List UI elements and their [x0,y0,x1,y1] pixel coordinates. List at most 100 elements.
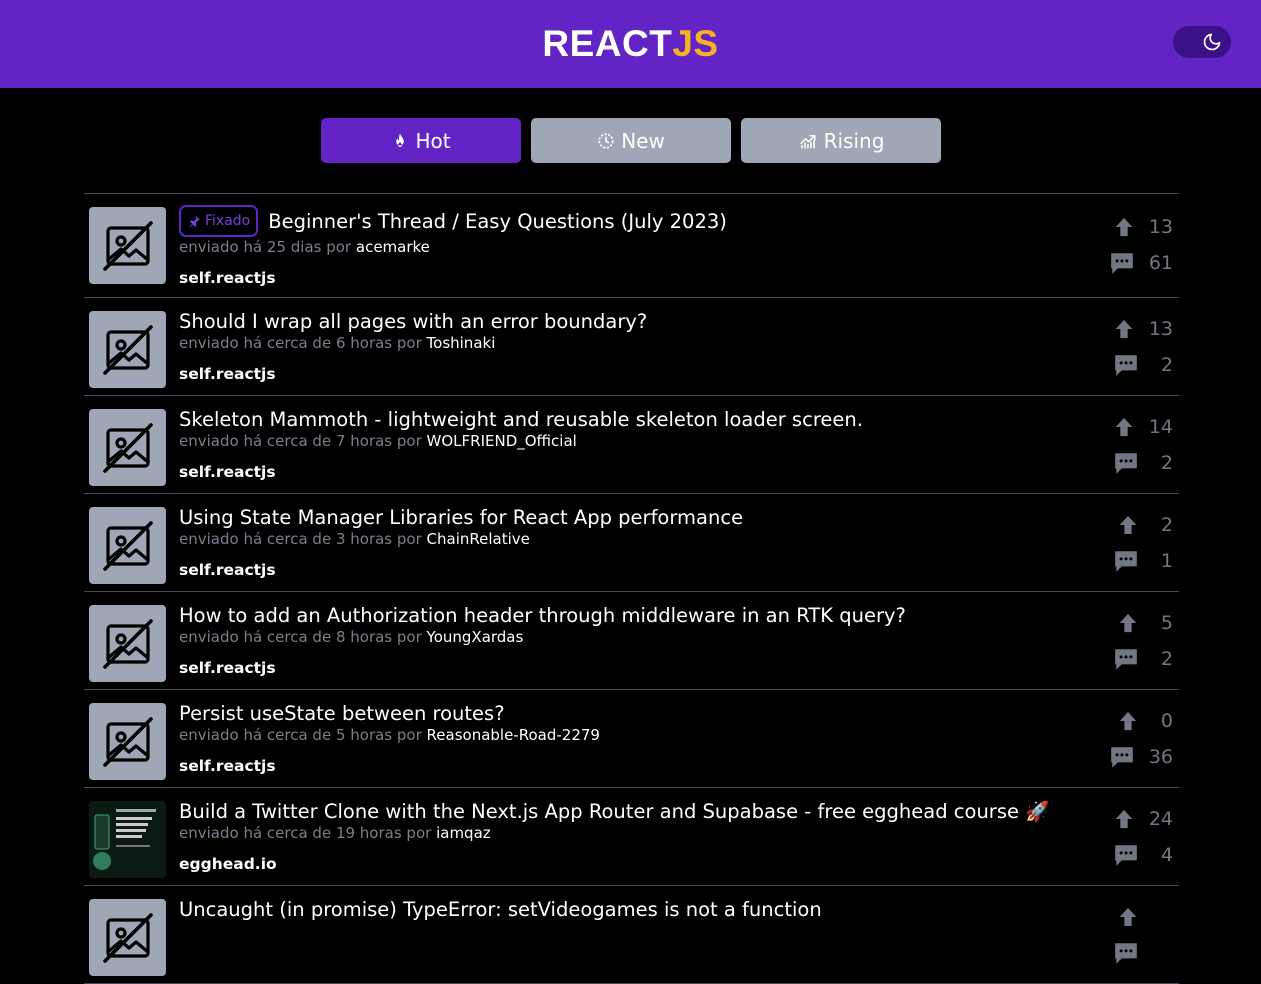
upvote-stat[interactable]: 24 [1113,808,1173,830]
post-row[interactable]: How to add an Authorization header throu… [84,592,1179,690]
post-content: Fixado Beginner's Thread / Easy Questions… [179,205,1059,287]
post-stats: 14 2 [1113,416,1173,476]
image-placeholder-icon [102,912,153,963]
tab-new[interactable]: New [531,118,731,163]
post-thumbnail[interactable] [89,311,166,388]
comment-icon [1110,747,1133,768]
comment-stat[interactable]: 2 [1113,450,1173,476]
comment-icon [1115,845,1137,866]
tab-rising[interactable]: Rising [741,118,941,163]
post-stats: 24 4 [1113,808,1173,868]
post-title[interactable]: Should I wrap all pages with an error bo… [179,310,647,333]
comment-icon [1115,453,1137,474]
upvote-icon [1119,613,1137,633]
post-author[interactable]: Toshinaki [427,334,496,352]
post-domain[interactable]: self.reactjs [179,269,1059,287]
post-author[interactable]: Reasonable-Road-2279 [427,726,600,744]
theme-toggle[interactable] [1173,26,1231,58]
post-meta: enviado há cerca de 5 horas por Reasonab… [179,726,1059,744]
app-logo[interactable]: REACTJS [542,23,718,65]
post-title[interactable]: Beginner's Thread / Easy Questions (July… [268,210,727,233]
upvote-count: 14 [1148,416,1173,438]
post-row[interactable]: Persist useState between routes? enviado… [84,690,1179,788]
upvote-count: 13 [1148,318,1173,340]
image-placeholder-icon [102,716,153,767]
post-domain[interactable]: egghead.io [179,855,1059,873]
upvote-stat[interactable]: 14 [1113,416,1173,438]
pin-icon [189,215,200,228]
post-thumbnail[interactable] [89,507,166,584]
comment-stat[interactable]: 2 [1113,352,1173,378]
post-domain[interactable]: self.reactjs [179,659,1059,677]
post-row[interactable]: Build a Twitter Clone with the Next.js A… [84,788,1179,886]
post-thumbnail[interactable] [89,605,166,682]
post-author[interactable]: iamqaz [436,824,491,842]
upvote-stat[interactable]: 13 [1113,216,1173,238]
tab-rising-label: Rising [823,128,885,153]
image-placeholder-icon [102,324,153,375]
upvote-stat[interactable]: 2 [1117,514,1173,536]
post-row[interactable]: Uncaught (in promise) TypeError: setVide… [84,886,1179,984]
post-title[interactable]: Persist useState between routes? [179,702,505,725]
comment-count: 2 [1160,354,1173,376]
comment-stat[interactable]: 2 [1113,646,1173,672]
upvote-icon [1119,711,1137,731]
upvote-stat[interactable]: 13 [1113,318,1173,340]
post-thumbnail[interactable] [89,207,166,284]
moon-icon [1203,33,1221,51]
post-author[interactable]: YoungXardas [427,628,524,646]
comment-stat[interactable] [1113,940,1173,966]
comment-icon [1115,355,1137,376]
logo-text-main: REACT [542,23,673,64]
post-row[interactable]: Should I wrap all pages with an error bo… [84,298,1179,396]
post-thumbnail[interactable] [89,703,166,780]
upvote-stat[interactable] [1117,906,1173,928]
post-title[interactable]: How to add an Authorization header throu… [179,604,906,627]
post-row[interactable]: Skeleton Mammoth - lightweight and reusa… [84,396,1179,494]
post-thumbnail[interactable] [89,801,166,878]
post-domain[interactable]: self.reactjs [179,463,1059,481]
post-row[interactable]: Using State Manager Libraries for React … [84,494,1179,592]
post-stats [1113,906,1173,966]
post-domain[interactable]: self.reactjs [179,561,1059,579]
upvote-icon [1119,907,1137,927]
post-author[interactable]: ChainRelative [427,530,530,548]
post-stats: 5 2 [1113,612,1173,672]
upvote-stat[interactable]: 0 [1117,710,1173,732]
tab-hot[interactable]: Hot [321,118,521,163]
post-thumbnail[interactable] [89,409,166,486]
comment-stat[interactable]: 1 [1113,548,1173,574]
post-time: enviado há 25 dias por [179,238,352,256]
post-row[interactable]: Fixado Beginner's Thread / Easy Questions… [84,194,1179,298]
logo-text-accent: JS [672,23,719,64]
upvote-icon [1115,319,1133,339]
post-domain[interactable]: self.reactjs [179,757,1059,775]
comment-stat[interactable]: 4 [1113,842,1173,868]
comment-stat[interactable]: 61 [1109,250,1173,276]
post-title[interactable]: Skeleton Mammoth - lightweight and reusa… [179,408,863,431]
post-title[interactable]: Using State Manager Libraries for React … [179,506,743,529]
post-stats: 0 36 [1109,710,1173,770]
comment-stat[interactable]: 36 [1109,744,1173,770]
post-content: Using State Manager Libraries for React … [179,506,1059,579]
comment-icon [1115,649,1137,670]
post-thumbnail[interactable] [89,899,166,976]
comment-count: 2 [1160,452,1173,474]
upvote-stat[interactable]: 5 [1117,612,1173,634]
comment-count: 2 [1160,648,1173,670]
upvote-icon [1115,217,1133,237]
post-title[interactable]: Uncaught (in promise) TypeError: setVide… [179,898,822,921]
post-meta: enviado há cerca de 3 horas por ChainRel… [179,530,1059,548]
comment-icon [1110,253,1133,274]
post-time: enviado há cerca de 6 horas por [179,334,422,352]
post-author[interactable]: WOLFRIEND_Official [427,432,577,450]
pinned-badge: Fixado [179,205,259,237]
post-time: enviado há cerca de 3 horas por [179,530,422,548]
post-author[interactable]: acemarke [356,238,430,256]
post-meta: enviado há cerca de 6 horas por Toshinak… [179,334,1059,352]
post-domain[interactable]: self.reactjs [179,365,1059,383]
post-list: Fixado Beginner's Thread / Easy Questions… [84,193,1179,984]
upvote-count: 13 [1148,216,1173,238]
post-title[interactable]: Build a Twitter Clone with the Next.js A… [179,800,1049,823]
comment-icon [1115,943,1137,964]
